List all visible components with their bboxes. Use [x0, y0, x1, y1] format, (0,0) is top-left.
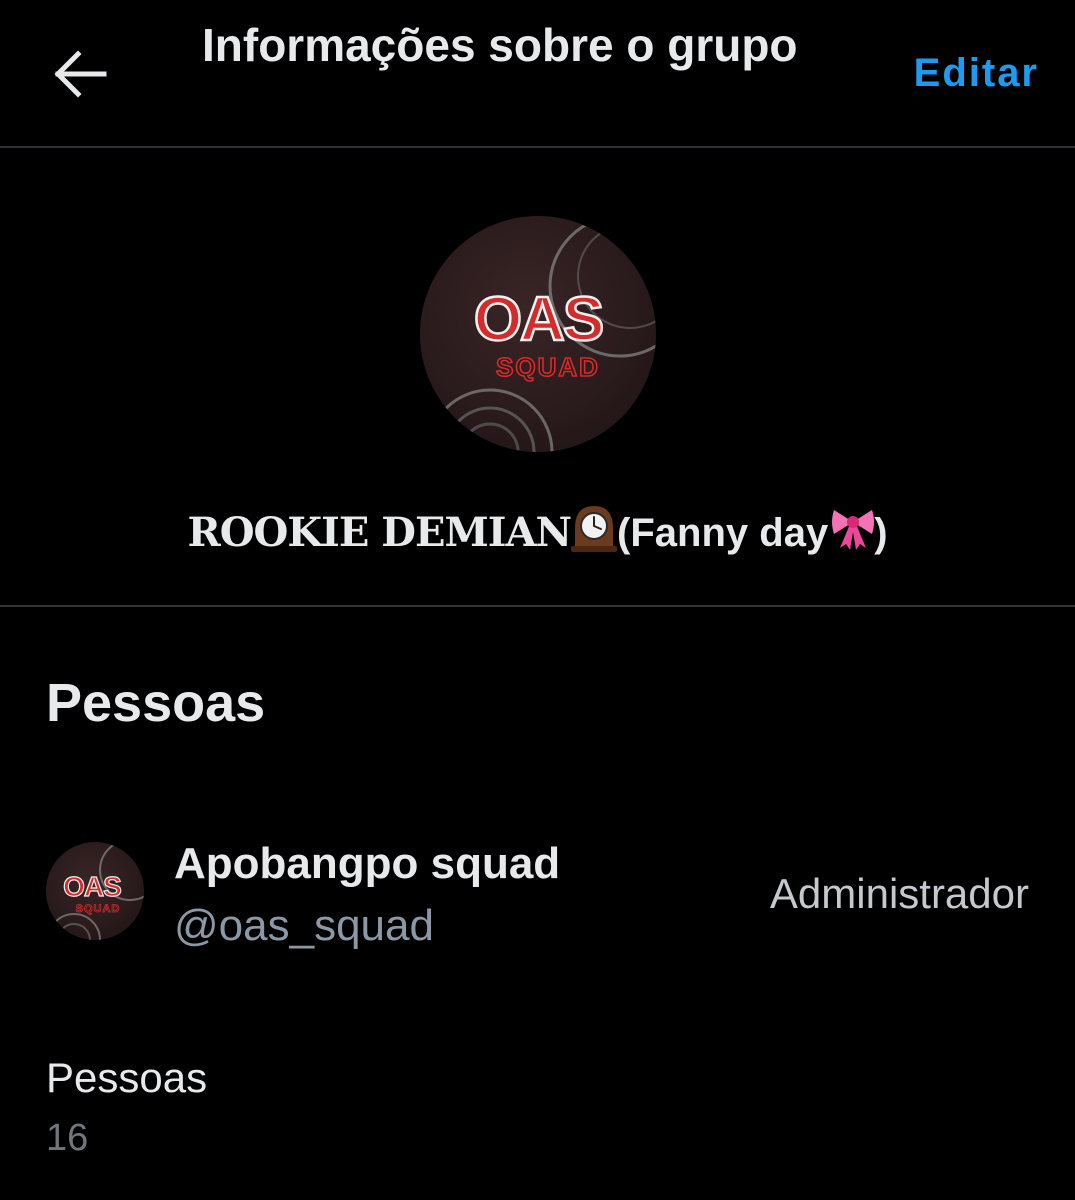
- group-name-part1: ROOKIE DEMIAN: [187, 509, 572, 556]
- avatar-logo-bottom: SQUAD: [76, 903, 121, 915]
- group-avatar[interactable]: OAS SQUAD: [420, 216, 656, 452]
- avatar[interactable]: OAS SQUAD: [46, 842, 144, 940]
- page-title: Informações sobre o grupo: [202, 19, 798, 71]
- member-row[interactable]: OAS SQUAD Apobangpo squad @oas_squad Adm…: [0, 820, 1075, 970]
- avatar-logo-top: OAS: [63, 871, 121, 902]
- member-role-badge: Administrador: [769, 870, 1029, 917]
- edit-button[interactable]: Editar: [914, 46, 1039, 100]
- people-count-label: Pessoas: [46, 1054, 208, 1101]
- top-bar: Informações sobre o grupo Editar: [0, 0, 1075, 148]
- group-name: ROOKIE DEMIAN (Fanny day ): [0, 500, 1075, 570]
- people-count-value: 16: [46, 1117, 89, 1159]
- member-name[interactable]: Apobangpo squad: [174, 836, 560, 892]
- logo-text-top: OAS: [474, 285, 602, 354]
- ribbon-icon: [828, 502, 875, 552]
- divider: [0, 605, 1075, 607]
- group-name-part2: (Fanny day: [617, 511, 829, 555]
- arrow-left-icon: [54, 50, 107, 98]
- member-handle: @oas_squad: [174, 901, 434, 950]
- people-section-title: Pessoas: [46, 673, 266, 733]
- back-button[interactable]: [44, 38, 116, 110]
- group-name-part3: ): [874, 511, 888, 555]
- logo-text-bottom: SQUAD: [496, 352, 600, 382]
- mantelpiece-clock-icon: [571, 502, 618, 552]
